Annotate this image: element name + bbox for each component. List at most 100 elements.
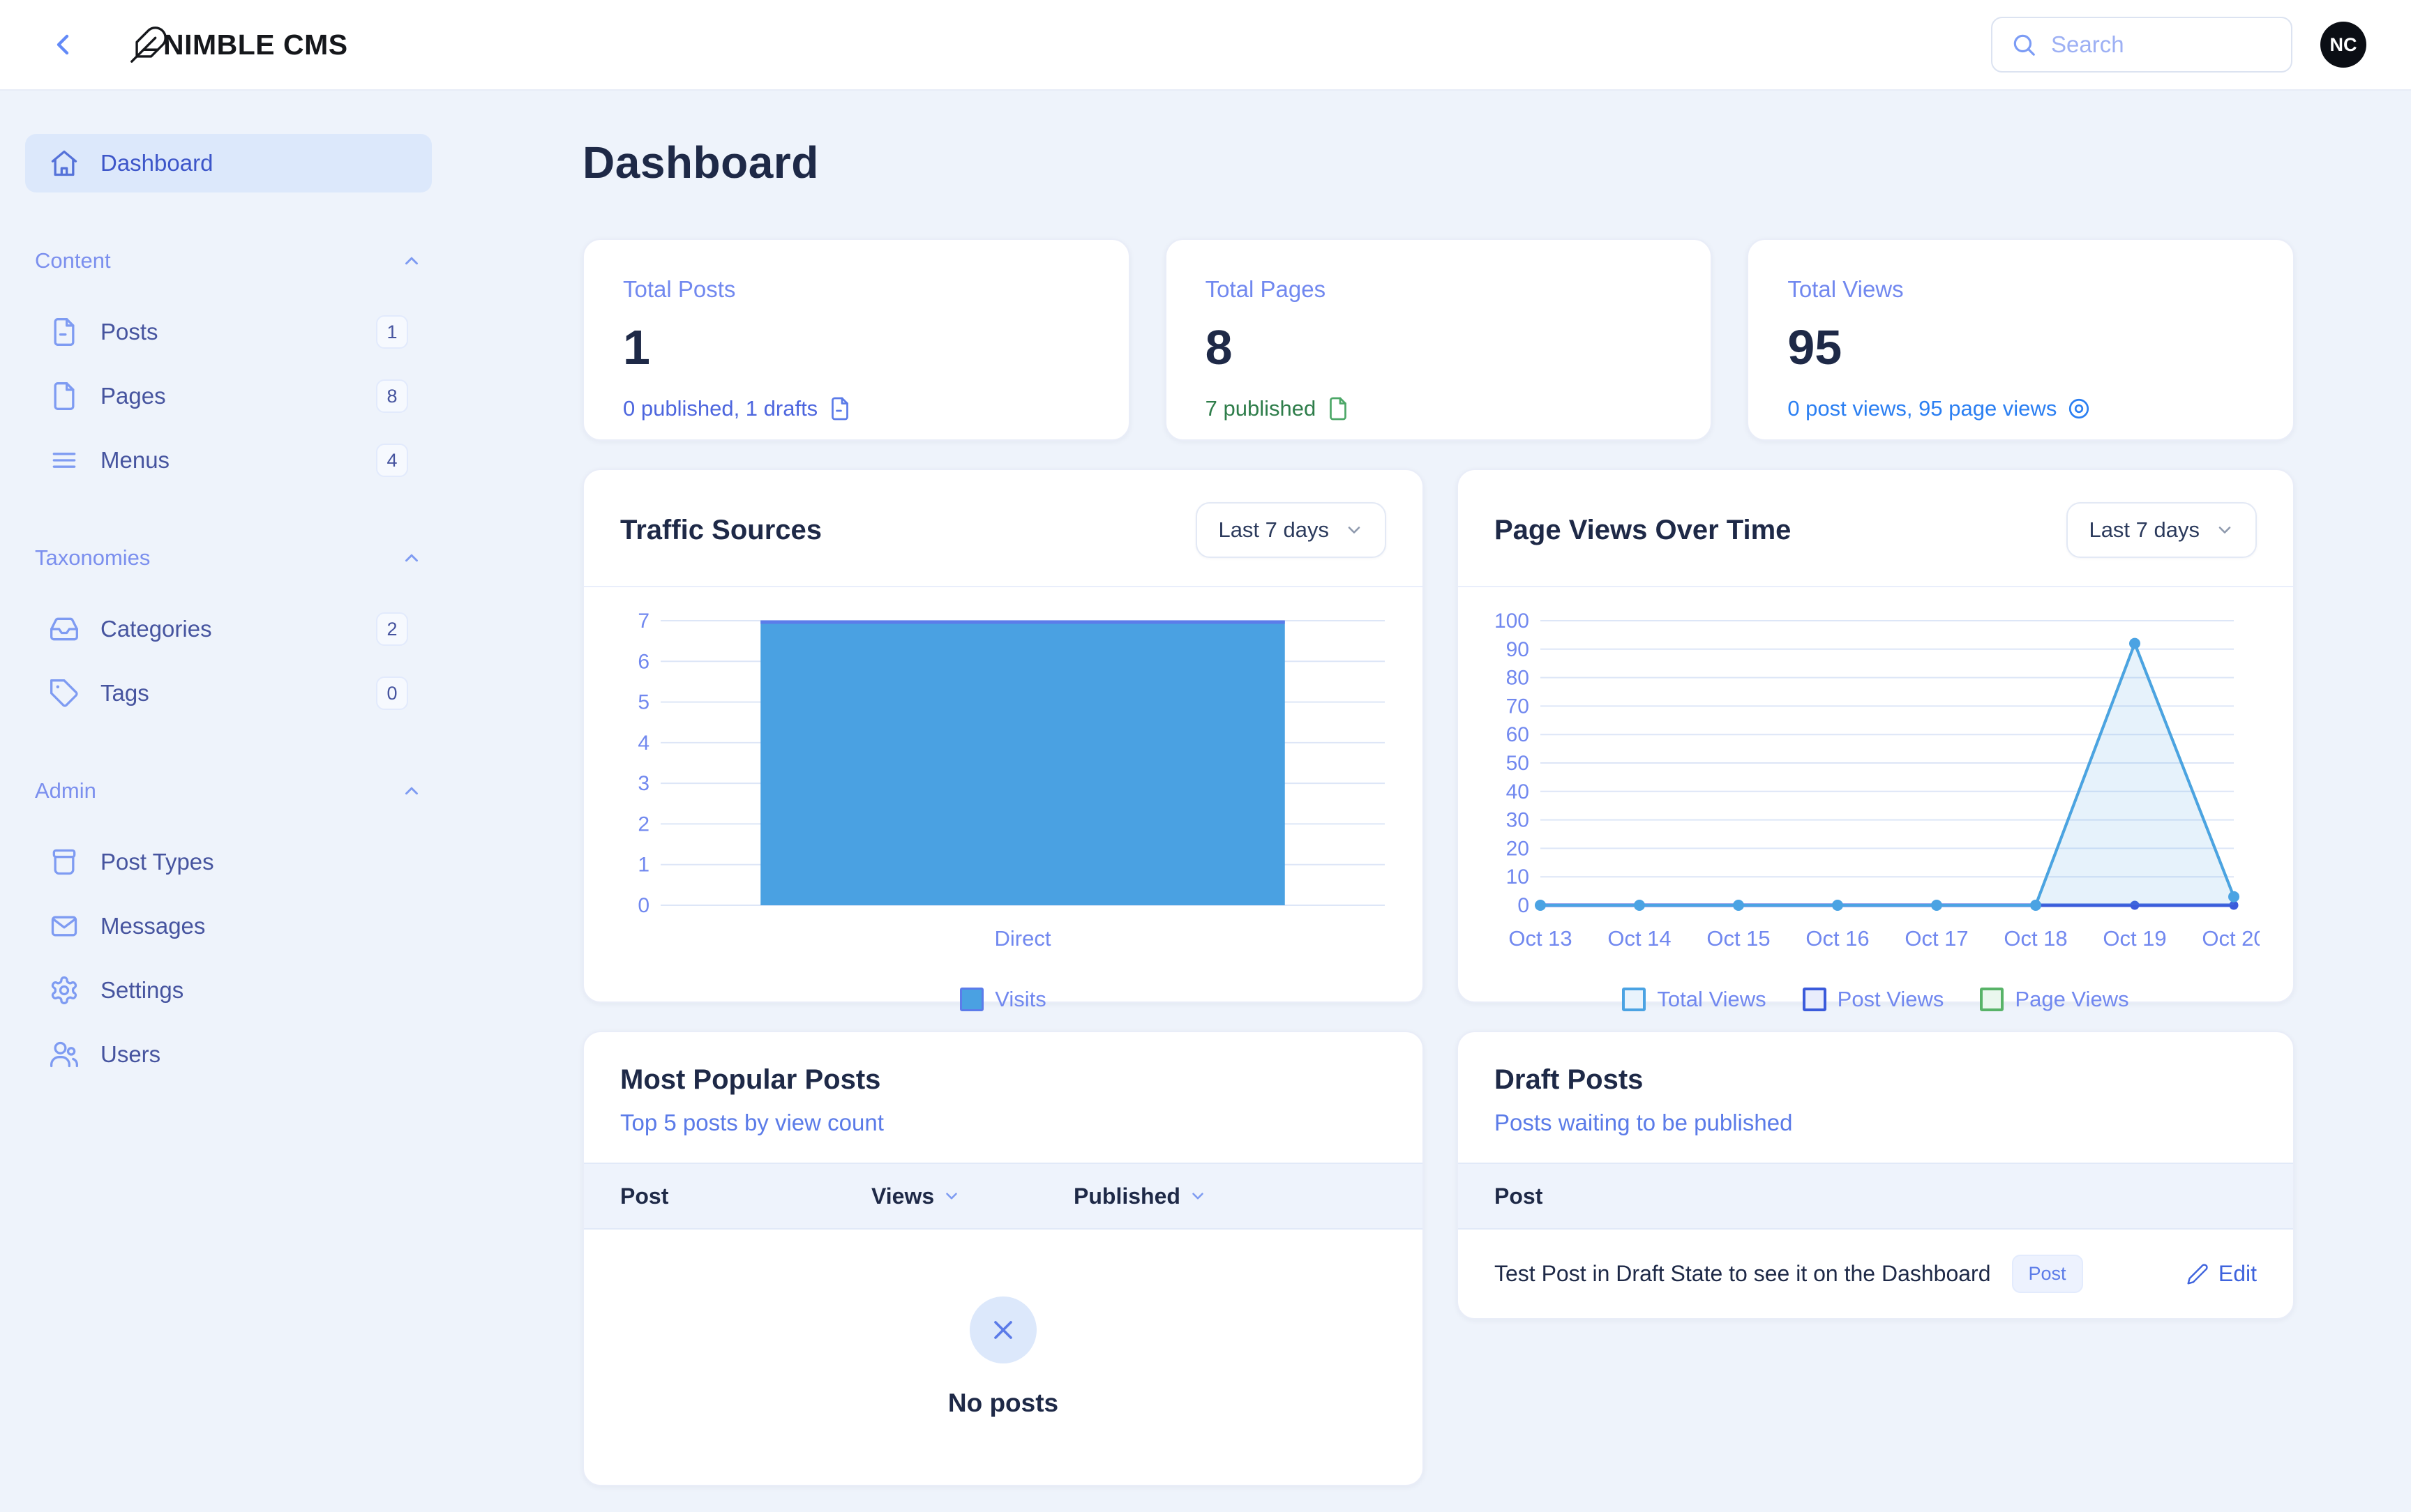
stat-value: 8 bbox=[1206, 319, 1672, 375]
count-badge: 2 bbox=[376, 612, 408, 646]
card-subtitle: Posts waiting to be published bbox=[1494, 1110, 2257, 1136]
legend-swatch bbox=[1980, 988, 2004, 1011]
stat-label: Total Pages bbox=[1206, 276, 1672, 303]
sidebar-item-post-types[interactable]: Post Types bbox=[25, 833, 432, 891]
svg-text:Oct 13: Oct 13 bbox=[1508, 926, 1572, 951]
sidebar-item-tags[interactable]: Tags 0 bbox=[25, 664, 432, 723]
stat-value: 1 bbox=[623, 319, 1090, 375]
svg-text:0: 0 bbox=[1517, 894, 1529, 917]
card-title: Page Views Over Time bbox=[1494, 515, 1791, 546]
main-content: Dashboard Total Posts 1 0 published, 1 d… bbox=[583, 91, 2294, 1486]
sidebar-item-messages[interactable]: Messages bbox=[25, 897, 432, 955]
post-type-badge: Post bbox=[2012, 1255, 2083, 1293]
avatar[interactable]: NC bbox=[2320, 22, 2366, 68]
sidebar-section-admin[interactable]: Admin bbox=[25, 778, 432, 803]
sidebar-section-taxonomies[interactable]: Taxonomies bbox=[25, 545, 432, 570]
svg-text:80: 80 bbox=[1506, 667, 1529, 690]
legend-swatch bbox=[1803, 988, 1826, 1011]
popular-table-header: Post Views Published bbox=[584, 1163, 1422, 1230]
draft-table-header: Post bbox=[1458, 1163, 2293, 1230]
sidebar-item-categories[interactable]: Categories 2 bbox=[25, 600, 432, 658]
sidebar-item-label: Dashboard bbox=[100, 150, 408, 176]
section-label: Admin bbox=[35, 778, 96, 803]
app-logo: NIMBLE CMS bbox=[128, 24, 348, 65]
file-icon bbox=[49, 381, 80, 411]
draft-post-title: Test Post in Draft State to see it on th… bbox=[1494, 1261, 1991, 1287]
charts-row: Traffic Sources Last 7 days 76543210Dire… bbox=[583, 469, 2294, 1003]
sidebar-item-menus[interactable]: Menus 4 bbox=[25, 431, 432, 490]
svg-text:Oct 16: Oct 16 bbox=[1805, 926, 1869, 951]
column-views-sort[interactable]: Views bbox=[871, 1184, 1074, 1209]
chevron-up-icon bbox=[401, 250, 422, 271]
range-label: Last 7 days bbox=[1218, 517, 1329, 543]
sidebar-item-users[interactable]: Users bbox=[25, 1025, 432, 1084]
column-post: Post bbox=[1494, 1184, 2257, 1209]
home-icon bbox=[49, 148, 80, 179]
pageviews-range-select[interactable]: Last 7 days bbox=[2066, 502, 2257, 558]
svg-text:Direct: Direct bbox=[995, 926, 1051, 951]
file-icon bbox=[1325, 396, 1351, 421]
traffic-chart-canvas: 76543210Direct bbox=[620, 605, 1386, 985]
sidebar-item-label: Pages bbox=[100, 383, 376, 409]
chevron-down-icon bbox=[1189, 1187, 1207, 1205]
stat-label: Total Posts bbox=[623, 276, 1090, 303]
section-label: Content bbox=[35, 248, 111, 273]
pageviews-chart-canvas: 0102030405060708090100Oct 13Oct 14Oct 15… bbox=[1494, 605, 2257, 985]
file-text-icon bbox=[49, 317, 80, 347]
svg-text:60: 60 bbox=[1506, 723, 1529, 746]
legend-item-total-views: Total Views bbox=[1622, 987, 1766, 1012]
page-views-card: Page Views Over Time Last 7 days 0102030… bbox=[1457, 469, 2294, 1003]
count-badge: 1 bbox=[376, 315, 408, 349]
mail-icon bbox=[49, 911, 80, 942]
svg-text:Oct 19: Oct 19 bbox=[2103, 926, 2166, 951]
count-badge: 0 bbox=[376, 676, 408, 710]
search-input[interactable] bbox=[2051, 31, 2348, 58]
sidebar-item-pages[interactable]: Pages 8 bbox=[25, 367, 432, 425]
traffic-range-select[interactable]: Last 7 days bbox=[1196, 502, 1386, 558]
sidebar-item-label: Categories bbox=[100, 616, 376, 642]
svg-text:90: 90 bbox=[1506, 638, 1529, 661]
legend-item-visits: Visits bbox=[960, 987, 1046, 1012]
sidebar-item-settings[interactable]: Settings bbox=[25, 961, 432, 1020]
column-published-sort[interactable]: Published bbox=[1074, 1184, 1386, 1209]
sidebar-item-label: Settings bbox=[100, 977, 408, 1004]
draft-post-row: Test Post in Draft State to see it on th… bbox=[1458, 1230, 2293, 1318]
chevron-down-icon bbox=[942, 1187, 961, 1205]
svg-text:2: 2 bbox=[638, 812, 649, 836]
sidebar-item-label: Menus bbox=[100, 447, 376, 474]
traffic-sources-card: Traffic Sources Last 7 days 76543210Dire… bbox=[583, 469, 1424, 1003]
sidebar-section-content[interactable]: Content bbox=[25, 248, 432, 273]
search-icon bbox=[2011, 31, 2037, 58]
legend-swatch bbox=[960, 988, 984, 1011]
page-title: Dashboard bbox=[583, 137, 2294, 188]
edit-button[interactable]: Edit bbox=[2186, 1261, 2257, 1287]
stat-card-row: Total Posts 1 0 published, 1 drafts Tota… bbox=[583, 239, 2294, 441]
card-subtitle: Top 5 posts by view count bbox=[620, 1110, 1386, 1136]
legend-label: Post Views bbox=[1838, 987, 1944, 1012]
svg-text:Oct 18: Oct 18 bbox=[2004, 926, 2067, 951]
svg-text:4: 4 bbox=[638, 732, 649, 755]
inbox-icon bbox=[49, 614, 80, 644]
legend-item-page-views: Page Views bbox=[1980, 987, 2128, 1012]
sidebar-item-label: Post Types bbox=[100, 849, 408, 875]
chevron-up-icon bbox=[401, 547, 422, 568]
sidebar-item-posts[interactable]: Posts 1 bbox=[25, 303, 432, 361]
chevron-down-icon bbox=[2215, 520, 2235, 540]
search-box[interactable] bbox=[1991, 17, 2292, 73]
count-badge: 8 bbox=[376, 379, 408, 413]
card-title: Draft Posts bbox=[1494, 1064, 2257, 1096]
range-label: Last 7 days bbox=[2089, 517, 2200, 543]
svg-text:20: 20 bbox=[1506, 837, 1529, 860]
stat-subtitle: 7 published bbox=[1206, 396, 1672, 421]
sidebar-item-label: Posts bbox=[100, 319, 376, 345]
chevron-up-icon bbox=[401, 780, 422, 801]
stat-card-total-posts: Total Posts 1 0 published, 1 drafts bbox=[583, 239, 1130, 441]
stat-card-total-pages: Total Pages 8 7 published bbox=[1165, 239, 1713, 441]
edit-label: Edit bbox=[2218, 1261, 2257, 1287]
back-button[interactable] bbox=[45, 27, 81, 63]
empty-state-circle bbox=[970, 1296, 1037, 1363]
sidebar-item-dashboard[interactable]: Dashboard bbox=[25, 134, 432, 192]
column-post: Post bbox=[620, 1184, 871, 1209]
stat-subtitle-text: 0 published, 1 drafts bbox=[623, 396, 818, 421]
pencil-icon bbox=[2186, 1263, 2209, 1285]
